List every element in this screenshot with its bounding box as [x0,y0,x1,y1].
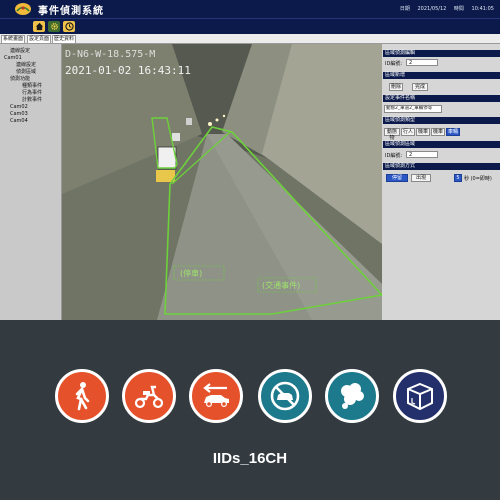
feature-abandoned-object [393,369,447,423]
tab-system-view[interactable]: 系統畫面 [1,35,26,44]
date-value: 2021/05/12 [417,6,447,12]
tree-item-cam03[interactable]: Cam03 [10,112,28,117]
section-header: 設定事件名稱 [383,95,500,102]
tab-strip: 系統畫面 設定頁面 歷史資料 [0,34,500,44]
feature-pedestrian [55,369,109,423]
feature-smoke [325,369,379,423]
section-header: 區域偵測編輯 [383,50,500,57]
camera-tree: 連線設定 Cam01 連線設定 偵測區域 偵測功能 種類事件 行為事件 計數事件… [0,44,62,320]
section-header: 區域偵測方式 [383,163,500,170]
tree-item[interactable]: 行為事件 [22,91,42,96]
zone-label: (停車) [180,269,203,278]
tab-history[interactable]: 歷史資料 [52,35,77,44]
type-button-vehicle[interactable]: 車輛 [446,128,460,136]
seconds-label: 秒 (0=即時) [464,176,492,182]
history-button[interactable] [63,21,75,32]
section-header: 區域偵測類型 [383,117,500,124]
date-label: 日期 [399,6,410,12]
osd-timestamp: 2021-01-02 16:43:11 [65,64,191,77]
type-button-motorcycle[interactable]: 機車 [431,128,445,136]
feature-scooter [122,369,176,423]
no-parking-car-icon [270,381,300,411]
osd-camera-id: D-N6-W-18.575-M [65,49,156,60]
id-select-value: 2 [409,60,413,66]
type-button-scooter[interactable]: 機車 [416,128,430,136]
gear-icon [50,23,58,30]
id-label: ID編號: [385,61,403,67]
type-button-pedestrian[interactable]: 行人 [401,128,415,136]
mode-button-stay[interactable]: 停留 [386,174,408,182]
seconds-input[interactable]: 5 [454,174,462,182]
scooter-icon [134,385,164,409]
clock-icon [64,22,74,31]
tree-item-cam04[interactable]: Cam04 [10,119,28,124]
settings-button[interactable] [48,21,60,32]
title-bar: 事件偵測系統 日期 2021/05/12 時間 10:41:05 [0,0,500,18]
zone-label: (交通事件) [262,281,301,290]
tree-item-cam02[interactable]: Cam02 [10,105,28,110]
app-title: 事件偵測系統 [38,6,104,17]
smoke-icon [341,383,364,409]
type-button-dynamic[interactable]: 動態物 [384,128,400,141]
id-select[interactable]: 2 [406,59,438,66]
zone-id-select-value: 2 [409,152,413,158]
icon-toolbar [0,18,500,34]
tree-item[interactable]: 偵測區域 [16,70,36,75]
mode-button-appear[interactable]: 出現 [411,174,431,182]
zone-id-label: ID編號: [385,153,403,159]
tree-item[interactable]: 種類事件 [22,84,42,89]
camera-video-feed[interactable]: D-N6-W-18.575-M 2021-01-02 16:43:11 (停車)… [62,44,382,320]
feature-wrong-way [189,369,243,423]
tab-settings[interactable]: 設定頁面 [27,35,52,44]
zone-id-select[interactable]: 2 [406,151,438,158]
done-button[interactable]: 完成 [412,83,428,91]
event-name-input[interactable]: 動態2_車道2_車輛停等 [384,105,442,113]
tree-item[interactable]: 連線設定 [10,49,30,54]
tree-item[interactable]: 連線設定 [16,63,36,68]
section-header: 區域新增 [383,72,500,79]
tree-item-cam01[interactable]: Cam01 [4,56,22,61]
abandoned-object-box-icon [407,382,433,411]
app-logo-icon [15,3,31,15]
home-button[interactable] [33,21,45,32]
delete-button[interactable]: 刪除 [389,83,403,91]
product-name: IIDs_16CH [212,450,288,467]
pedestrian-icon [75,382,90,411]
tree-item[interactable]: 計數事件 [22,98,42,103]
feature-no-parking [258,369,312,423]
time-value: 10:41:05 [471,6,494,12]
wrong-way-car-icon [203,383,229,408]
tunnel-scene [62,44,382,320]
time-label: 時間 [453,6,464,12]
section-header: 區域偵測區域 [383,141,500,148]
zone-settings-panel: 區域偵測編輯 ID編號: 2 區域新增 刪除 完成 設定事件名稱 動態2_車道2… [383,44,500,320]
tree-item[interactable]: 偵測功能 [10,77,30,82]
home-icon [35,22,43,31]
